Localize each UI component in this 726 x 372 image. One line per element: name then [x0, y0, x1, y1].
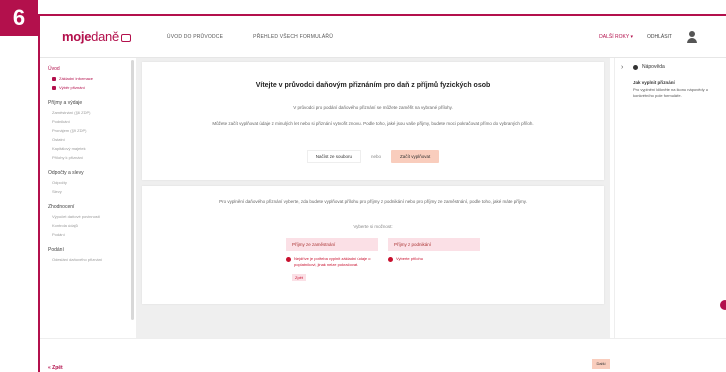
sidebar-item[interactable]: Kontrola údajů: [52, 223, 132, 228]
top-bar: mojedaně Úvod do průvodce Přehled všech …: [40, 16, 726, 58]
help-text: Pro vyplnění klikněte na ikonu nápovědy …: [633, 87, 708, 98]
logout-link[interactable]: Odhlásit: [647, 34, 672, 40]
choice-employment[interactable]: Příjmy ze zaměstnání: [286, 238, 378, 251]
sidebar-item[interactable]: Přílohy k přiznání: [52, 155, 132, 160]
sidebar-item[interactable]: Základní informace: [52, 76, 132, 81]
back-link[interactable]: « Zpět: [48, 365, 63, 371]
sidebar-item[interactable]: Pronájem (§9 ZDP): [52, 128, 132, 133]
choice-card: Pro vyplnění daňového přiznání vyberte, …: [142, 186, 604, 304]
next-button[interactable]: Další: [592, 359, 610, 369]
welcome-title: Vítejte v průvodci daňovým přiznáním pro…: [255, 82, 491, 89]
logo-thin: daně: [91, 29, 119, 44]
welcome-line-1: V průvodci pro podání daňového přiznání …: [293, 105, 453, 110]
user-icon[interactable]: [686, 30, 698, 43]
sidebar-section-title[interactable]: Podání: [48, 247, 132, 253]
start-filling-button[interactable]: Začít vyplňovat: [391, 150, 440, 163]
sidebar-item[interactable]: Výběr přiznání: [52, 85, 132, 90]
welcome-line-2: Můžete začít vyplňovat údaje z minulých …: [212, 121, 534, 126]
logo-main: moje: [62, 29, 92, 44]
help-subtitle: Jak vyplnit přiznání: [633, 80, 675, 85]
sidebar-item[interactable]: Ostatní: [52, 137, 132, 142]
sidebar-item-label: Výběr přiznání: [59, 85, 85, 90]
more-years-dropdown[interactable]: Další roky ▾: [599, 34, 633, 40]
logo-icon: [120, 33, 131, 42]
sidebar: Úvod Základní informace Výběr přiznání P…: [40, 58, 132, 338]
sidebar-item[interactable]: Odeslání daňového přiznání: [52, 257, 132, 262]
or-label: nebo: [371, 154, 382, 159]
sidebar-item[interactable]: Podnikání: [52, 119, 132, 124]
error-icon: [388, 256, 393, 262]
sidebar-item[interactable]: Podání: [52, 232, 132, 237]
help-panel: › Nápověda Jak vyplnit přiznání Pro vypl…: [614, 58, 726, 338]
choose-label: Vyberte si možnost:: [353, 224, 393, 229]
choice-business[interactable]: Příjmy z podnikání: [388, 238, 480, 251]
sidebar-item[interactable]: Slevy: [52, 189, 132, 194]
sidebar-section-title[interactable]: Příjmy a výdaje: [48, 100, 132, 106]
sidebar-item[interactable]: Kapitálový majetek: [52, 146, 132, 151]
sidebar-item[interactable]: Výpočet daňové povinnosti: [52, 214, 132, 219]
logo[interactable]: mojedaně: [62, 29, 131, 44]
help-title: Nápověda: [642, 64, 665, 70]
sidebar-section-title[interactable]: Úvod: [48, 66, 132, 72]
chat-bubble-icon[interactable]: [720, 300, 726, 310]
warning-business: Vyberte přílohu: [388, 256, 478, 262]
main-content: Vítejte v průvodci daňovým přiznáním pro…: [136, 58, 610, 338]
warning-back-link[interactable]: Zpět: [292, 274, 307, 281]
bottom-bar: « Zpět Další: [40, 338, 726, 372]
welcome-card: Vítejte v průvodci daňovým přiznáním pro…: [142, 62, 604, 180]
collapse-chevron-icon[interactable]: ›: [621, 64, 623, 71]
load-file-button[interactable]: Načíst ze souboru: [306, 150, 361, 163]
check-icon: [52, 85, 56, 90]
nav-intro[interactable]: Úvod do průvodce: [167, 34, 223, 40]
warning-employment: Nejdříve je potřeba vyplnit základní úda…: [286, 256, 376, 267]
nav-forms[interactable]: Přehled všech formulářů: [253, 34, 333, 40]
sidebar-scrollbar[interactable]: [131, 60, 134, 320]
sidebar-item-label: Základní informace: [59, 76, 94, 81]
check-icon: [52, 76, 56, 81]
help-header: Nápověda: [633, 64, 726, 70]
sidebar-item[interactable]: Zaměstnání (§6 ZDP): [52, 110, 132, 115]
sidebar-section-title[interactable]: Zhodnocení: [48, 204, 132, 210]
sidebar-section-title[interactable]: Odpočty a slevy: [48, 170, 132, 176]
help-icon: [633, 64, 638, 70]
warning-text: Vyberte přílohu: [396, 256, 423, 261]
sidebar-item[interactable]: Odpočty: [52, 180, 132, 185]
choice-text: Pro vyplnění daňového přiznání vyberte, …: [219, 199, 527, 204]
error-icon: [286, 256, 291, 262]
step-badge: 6: [0, 0, 38, 36]
warning-text: Nejdříve je potřeba vyplnit základní úda…: [294, 256, 371, 267]
